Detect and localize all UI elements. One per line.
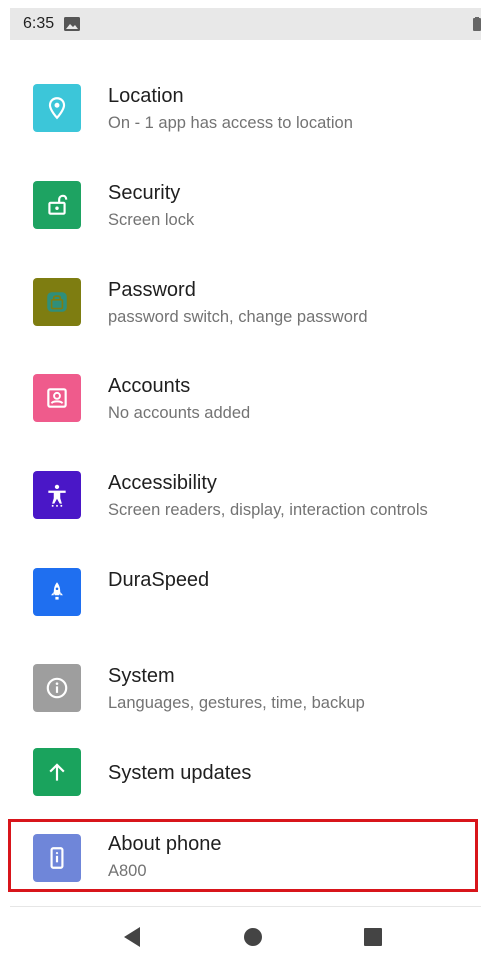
status-bar: 6:35 <box>10 8 481 40</box>
settings-item-system[interactable]: System Languages, gestures, time, backup <box>0 656 481 736</box>
highlight-box <box>8 819 478 892</box>
recents-icon[interactable] <box>361 925 385 949</box>
item-subtitle: No accounts added <box>108 404 251 422</box>
battery-icon <box>473 17 481 31</box>
settings-item-duraspeed[interactable]: DuraSpeed <box>0 560 481 640</box>
navigation-bar <box>10 906 481 963</box>
settings-item-accounts[interactable]: Accounts No accounts added <box>0 366 481 446</box>
settings-item-location[interactable]: Location On - 1 app has access to locati… <box>0 76 481 156</box>
accessibility-icon <box>33 471 81 519</box>
item-title: Accessibility <box>108 472 217 494</box>
account-icon <box>33 374 81 422</box>
image-icon <box>64 17 81 31</box>
location-pin-icon <box>33 84 81 132</box>
item-title: System <box>108 665 175 687</box>
home-icon[interactable] <box>241 925 265 949</box>
item-subtitle: On - 1 app has access to location <box>108 114 353 132</box>
item-subtitle: Screen lock <box>108 211 195 229</box>
rocket-icon <box>33 568 81 616</box>
item-title: Location <box>108 85 184 107</box>
item-title: Security <box>108 182 181 204</box>
item-title: Accounts <box>108 375 191 397</box>
item-title: DuraSpeed <box>108 569 210 591</box>
arrow-up-icon <box>33 748 81 796</box>
settings-item-security[interactable]: Security Screen lock <box>0 173 481 253</box>
item-subtitle: Screen readers, display, interaction con… <box>108 501 428 519</box>
settings-item-system-updates[interactable]: System updates <box>0 740 481 810</box>
back-icon[interactable] <box>120 925 144 949</box>
settings-item-accessibility[interactable]: Accessibility Screen readers, display, i… <box>0 463 481 543</box>
item-title: System updates <box>108 762 252 784</box>
status-time: 6:35 <box>23 15 55 32</box>
item-title: Password <box>108 279 196 301</box>
settings-item-password[interactable]: Password password switch, change passwor… <box>0 270 481 350</box>
info-icon <box>33 664 81 712</box>
item-subtitle: password switch, change password <box>108 308 368 326</box>
password-icon <box>33 278 81 326</box>
unlock-icon <box>33 181 81 229</box>
item-subtitle: Languages, gestures, time, backup <box>108 694 365 712</box>
